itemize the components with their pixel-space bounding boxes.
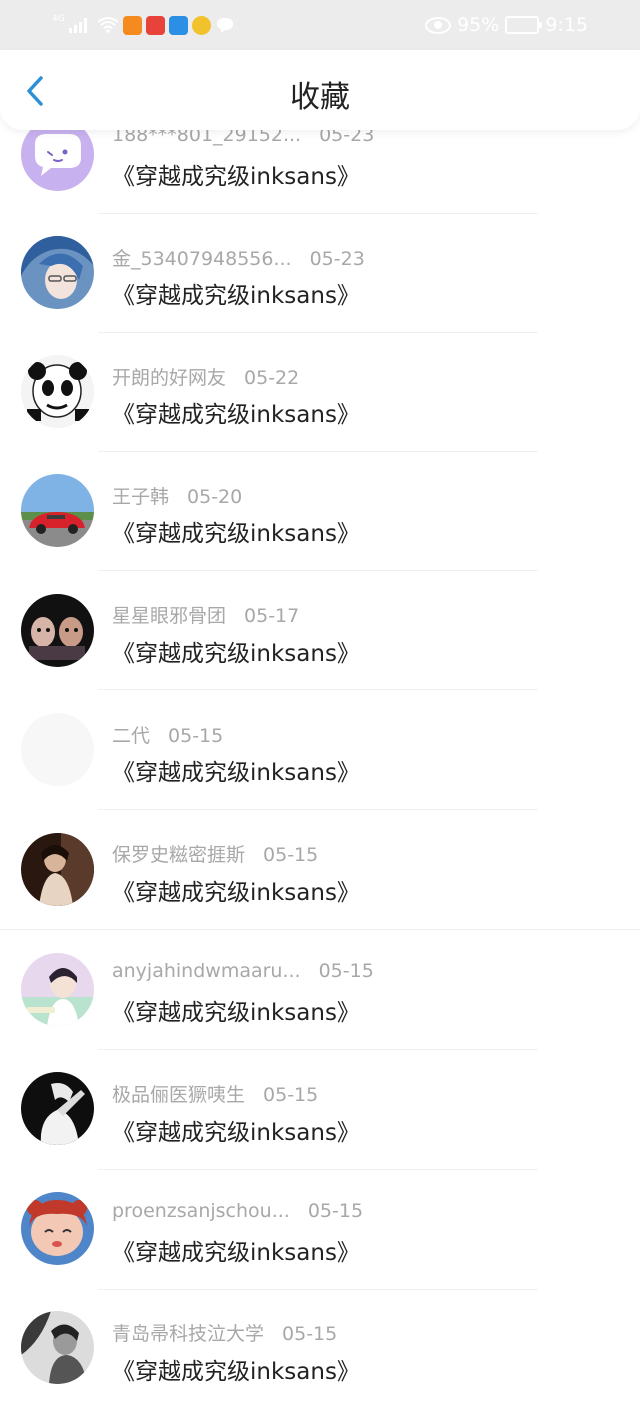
user-meta: 二代 05-15	[112, 721, 223, 748]
user-name[interactable]: anyjahindwmaaru...	[112, 960, 301, 982]
book-title[interactable]: 《穿越成究级inksans》	[112, 157, 360, 191]
date-label: 05-20	[187, 486, 243, 508]
nav-header: 收藏	[0, 50, 640, 130]
date-label: 05-15	[318, 960, 374, 982]
list-item[interactable]: 开朗的好网友 05-22 《穿越成究级inksans》	[0, 333, 640, 452]
battery-icon	[505, 16, 543, 34]
list-item[interactable]: 王子韩 05-20 《穿越成究级inksans》	[0, 452, 640, 571]
user-meta: 王子韩 05-20	[112, 482, 242, 509]
avatar[interactable]	[21, 236, 94, 309]
book-title[interactable]: 《穿越成究级inksans》	[112, 634, 360, 668]
avatar[interactable]	[21, 713, 94, 786]
date-label: 05-23	[309, 248, 365, 270]
avatar[interactable]	[21, 833, 94, 906]
book-title[interactable]: 《穿越成究级inksans》	[112, 276, 360, 310]
user-meta: 极品俪医獗咦生 05-15	[112, 1080, 318, 1107]
date-label: 05-15	[168, 725, 224, 747]
reader-app-icon	[145, 15, 165, 35]
date-label: 05-15	[263, 1084, 319, 1106]
book-title[interactable]: 《穿越成究级inksans》	[112, 993, 360, 1027]
list-item[interactable]: 青岛帚科技泣大学 05-15 《穿越成究级inksans》	[0, 1289, 640, 1408]
user-meta: 金_53407948556... 05-23	[112, 244, 365, 271]
avatar[interactable]	[21, 474, 94, 547]
avatar[interactable]	[21, 594, 94, 667]
message-icon	[216, 18, 233, 33]
avatar[interactable]	[21, 953, 94, 1026]
page-title: 收藏	[290, 80, 350, 115]
user-meta: 星星眼邪骨团 05-17	[112, 601, 299, 628]
user-name[interactable]: 二代	[112, 725, 150, 747]
user-meta: proenzsanjschou... 05-15	[112, 1200, 363, 1222]
book-title[interactable]: 《穿越成究级inksans》	[112, 873, 360, 907]
clock: 9:15	[545, 14, 588, 36]
list-item[interactable]: 金_53407948556... 05-23 《穿越成究级inksans》	[0, 214, 640, 333]
list-item[interactable]: anyjahindwmaaru... 05-15 《穿越成究级inksans》	[0, 930, 640, 1050]
list-item[interactable]: 极品俪医獗咦生 05-15 《穿越成究级inksans》	[0, 1050, 640, 1170]
book-title[interactable]: 《穿越成究级inksans》	[112, 1233, 360, 1267]
avatar[interactable]	[21, 1072, 94, 1145]
battery-percent: 95%	[457, 14, 500, 36]
avatar[interactable]	[21, 1311, 94, 1384]
wifi-icon	[97, 17, 119, 33]
user-name[interactable]: 极品俪医獗咦生	[112, 1084, 245, 1106]
signal-icon	[68, 17, 87, 33]
browser-app-icon	[191, 15, 211, 35]
book-title[interactable]: 《穿越成究级inksans》	[112, 395, 360, 429]
avatar[interactable]	[21, 355, 94, 428]
status-right: 95% 9:15	[425, 12, 588, 38]
book-title[interactable]: 《穿越成究级inksans》	[112, 753, 360, 787]
date-label: 05-15	[263, 844, 319, 866]
book-title[interactable]: 《穿越成究级inksans》	[112, 514, 360, 548]
user-name[interactable]: 青岛帚科技泣大学	[112, 1323, 264, 1345]
book-title[interactable]: 《穿越成究级inksans》	[112, 1352, 360, 1386]
avatar[interactable]	[21, 1192, 94, 1265]
date-label: 05-22	[244, 367, 300, 389]
book-title[interactable]: 《穿越成究级inksans》	[112, 1113, 360, 1147]
user-meta: anyjahindwmaaru... 05-15	[112, 960, 374, 982]
user-name[interactable]: 王子韩	[112, 486, 169, 508]
user-meta: 开朗的好网友 05-22	[112, 363, 299, 390]
status-bar: 4G 95% 9:15	[0, 0, 640, 50]
list-item[interactable]: 保罗史糍密捱斯 05-15 《穿越成究级inksans》	[0, 810, 640, 930]
user-meta: 保罗史糍密捱斯 05-15	[112, 840, 318, 867]
list-item[interactable]: 二代 05-15 《穿越成究级inksans》	[0, 690, 640, 810]
search-app-icon	[168, 15, 188, 35]
user-name[interactable]: 开朗的好网友	[112, 367, 226, 389]
user-name[interactable]: 金_53407948556...	[112, 248, 292, 270]
user-meta: 青岛帚科技泣大学 05-15	[112, 1319, 337, 1346]
list-item[interactable]: 星星眼邪骨团 05-17 《穿越成究级inksans》	[0, 571, 640, 690]
date-label: 05-15	[282, 1323, 338, 1345]
date-label: 05-15	[307, 1200, 364, 1222]
network-type: 4G	[52, 14, 65, 24]
video-app-icon	[122, 15, 142, 35]
date-label: 05-17	[244, 605, 300, 627]
list-item[interactable]: proenzsanjschou... 05-15 《穿越成究级inksans》	[0, 1170, 640, 1290]
status-left: 4G	[52, 12, 235, 38]
user-name[interactable]: 保罗史糍密捱斯	[112, 844, 245, 866]
user-name[interactable]: proenzsanjschou...	[112, 1200, 290, 1222]
user-name[interactable]: 星星眼邪骨团	[112, 605, 226, 627]
eye-comfort-icon	[425, 16, 452, 34]
